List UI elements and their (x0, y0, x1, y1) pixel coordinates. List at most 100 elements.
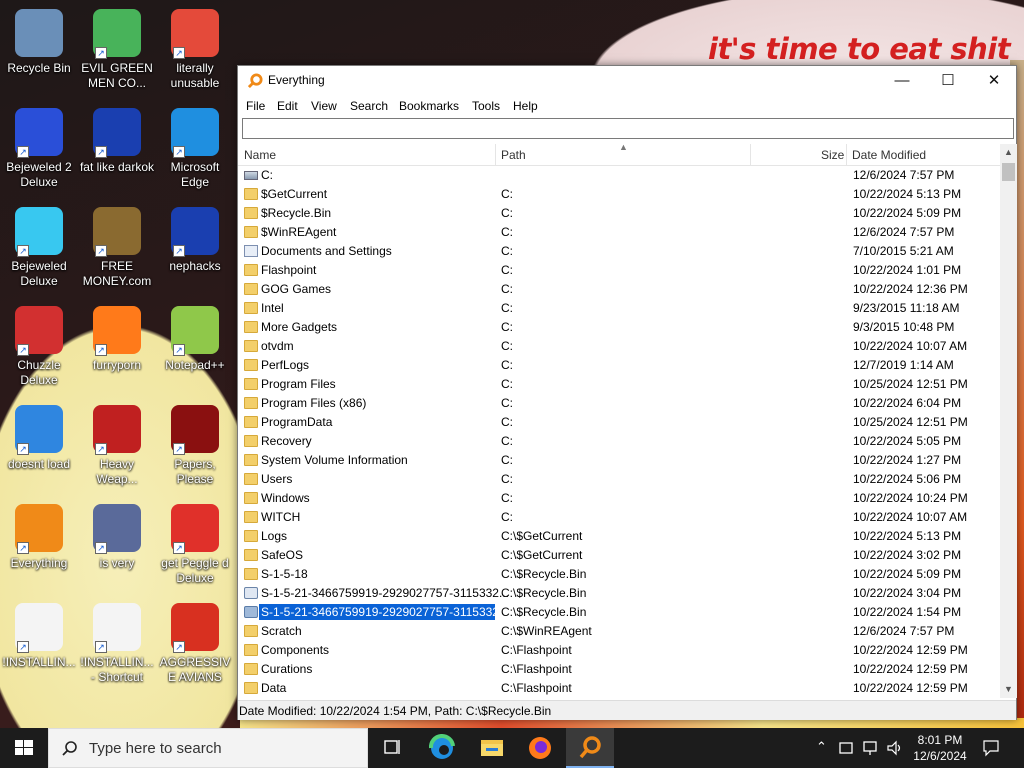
recycle-icon (244, 587, 258, 599)
desktop-icon[interactable]: ↗ is very (78, 500, 156, 571)
column-size[interactable]: Size (821, 148, 844, 162)
column-divider[interactable] (750, 144, 751, 166)
scroll-down-icon[interactable]: ▼ (1000, 681, 1017, 698)
table-row[interactable]: Users C: 10/22/2024 5:06 PM (238, 470, 1000, 489)
row-name: Program Files (x86) (261, 396, 367, 410)
notification-center-icon[interactable] (982, 739, 1000, 757)
desktop-icon[interactable]: ↗ EVIL GREEN MEN CO... (78, 5, 156, 91)
taskbar-search-box[interactable]: Type here to search (48, 728, 368, 768)
menu-help[interactable]: Help (513, 99, 538, 113)
scroll-up-icon[interactable]: ▲ (1000, 144, 1017, 161)
row-name: $GetCurrent (261, 187, 328, 201)
desktop-icon[interactable]: ↗ literally unusable (156, 5, 234, 91)
table-row[interactable]: Components C:\Flashpoint 10/22/2024 12:59 … (238, 641, 1000, 660)
show-hidden-icons-icon[interactable]: ⌃ (816, 739, 827, 755)
table-row[interactable]: C: 12/6/2024 7:57 PM (238, 166, 1000, 185)
desktop-icon[interactable]: ↗ Bejeweled 2 Deluxe (0, 104, 78, 190)
menu-search[interactable]: Search (350, 99, 388, 113)
desktop-icon[interactable]: ↗ get Peggle d Deluxe (156, 500, 234, 586)
scroll-thumb[interactable] (1002, 163, 1015, 181)
table-row[interactable]: More Gadgets C: 9/3/2015 10:48 PM (238, 318, 1000, 337)
shortcut-arrow-icon: ↗ (17, 344, 29, 356)
desktop-icon[interactable]: ↗ Chuzzle Deluxe (0, 302, 78, 388)
table-row[interactable]: $Recycle.Bin C: 10/22/2024 5:09 PM (238, 204, 1000, 223)
taskbar-firefox[interactable] (516, 728, 564, 768)
table-row[interactable]: S-1-5-18 C:\$Recycle.Bin 10/22/2024 5:09 P… (238, 565, 1000, 584)
everything-search-icon: ↗ (15, 504, 63, 554)
table-row[interactable]: otvdm C: 10/22/2024 10:07 AM (238, 337, 1000, 356)
desktop-icon[interactable]: ↗ furryporn (78, 302, 156, 373)
table-row[interactable]: Logs C:\$GetCurrent 10/22/2024 5:13 PM (238, 527, 1000, 546)
wallpaper-caption: it's time to eat shit (708, 32, 1011, 66)
table-row[interactable]: Recovery C: 10/22/2024 5:05 PM (238, 432, 1000, 451)
desktop-icon[interactable]: Recycle Bin (0, 5, 78, 76)
minimize-button[interactable]: — (879, 66, 925, 96)
table-row[interactable]: Flashpoint C: 10/22/2024 1:01 PM (238, 261, 1000, 280)
desktop-icon[interactable]: ↗ Notepad++ (156, 302, 234, 373)
table-row[interactable]: PerfLogs C: 12/7/2019 1:14 AM (238, 356, 1000, 375)
shortcut-arrow-icon: ↗ (173, 245, 185, 257)
table-row[interactable]: Intel C: 9/23/2015 11:18 AM (238, 299, 1000, 318)
table-row[interactable]: WITCH C: 10/22/2024 10:07 AM (238, 508, 1000, 527)
desktop-icon[interactable]: ↗ !INSTALLIN... (0, 599, 78, 670)
desktop-icon[interactable]: ↗ FREE MONEY.com (78, 203, 156, 289)
row-path: C: (501, 358, 513, 372)
taskbar-edge[interactable] (418, 728, 466, 768)
task-view-button[interactable] (368, 728, 416, 768)
column-date-modified[interactable]: Date Modified (852, 148, 926, 162)
taskbar-file-explorer[interactable] (468, 728, 516, 768)
table-row[interactable]: ProgramData C: 10/25/2024 12:51 PM (238, 413, 1000, 432)
maximize-button[interactable]: ☐ (925, 66, 971, 96)
desktop-icon[interactable]: ↗ nephacks (156, 203, 234, 274)
table-row[interactable]: Program Files C: 10/25/2024 12:51 PM (238, 375, 1000, 394)
column-name[interactable]: Name (244, 148, 276, 162)
close-button[interactable]: ✕ (971, 66, 1017, 96)
volume-icon[interactable] (886, 739, 904, 757)
table-row[interactable]: Data C:\Flashpoint 10/22/2024 12:59 PM (238, 679, 1000, 698)
desktop-icon[interactable]: ↗ fat like darkok (78, 104, 156, 175)
desktop-icon[interactable]: ↗ Papers, Please (156, 401, 234, 487)
table-row[interactable]: System Volume Information C: 10/22/2024 1:… (238, 451, 1000, 470)
table-row[interactable]: Scratch C:\$WinREAgent 12/6/2024 7:57 PM (238, 622, 1000, 641)
table-row[interactable]: Windows C: 10/22/2024 10:24 PM (238, 489, 1000, 508)
table-row[interactable]: Documents and Settings C: 7/10/2015 5:21 A… (238, 242, 1000, 261)
taskbar-everything[interactable] (566, 728, 614, 768)
search-input[interactable] (242, 118, 1014, 139)
desktop-icon[interactable]: ↗ !INSTALLIN... - Shortcut (78, 599, 156, 685)
start-button[interactable] (0, 728, 48, 768)
desktop-icon[interactable]: ↗ Everything (0, 500, 78, 571)
table-row[interactable]: S-1-5-21-3466759919-2929027757-3115332..… (238, 584, 1000, 603)
vertical-scrollbar[interactable]: ▲ ▼ (1000, 144, 1017, 698)
column-path[interactable]: Path (501, 148, 526, 162)
table-row[interactable]: SafeOS C:\$GetCurrent 10/22/2024 3:02 PM (238, 546, 1000, 565)
column-divider[interactable] (846, 144, 847, 166)
table-row[interactable]: Curations C:\Flashpoint 10/22/2024 12:59 P… (238, 660, 1000, 679)
desktop-icon[interactable]: ↗ doesnt load (0, 401, 78, 472)
desktop-icon-label: furryporn (92, 358, 142, 372)
desktop-icon[interactable]: ↗ Microsoft Edge (156, 104, 234, 190)
menu-tools[interactable]: Tools (472, 99, 500, 113)
row-date-modified: 10/22/2024 1:54 PM (853, 605, 962, 619)
desktop-icon[interactable]: ↗ Bejeweled Deluxe (0, 203, 78, 289)
clock[interactable]: 8:01 PM 12/6/2024 (912, 732, 968, 764)
table-row[interactable]: GOG Games C: 10/22/2024 12:36 PM (238, 280, 1000, 299)
table-row[interactable]: S-1-5-21-3466759919-2929027757-3115332..… (238, 603, 1000, 622)
desktop-icon[interactable]: ↗ AGGRESSIVE AVIANS (156, 599, 234, 685)
column-divider[interactable] (495, 144, 496, 166)
menu-file[interactable]: File (246, 99, 265, 113)
folder-icon (244, 511, 258, 523)
table-row[interactable]: $WinREAgent C: 12/6/2024 7:57 PM (238, 223, 1000, 242)
menu-view[interactable]: View (311, 99, 337, 113)
row-path: C: (501, 206, 513, 220)
row-name: Logs (261, 529, 288, 543)
shortcut-arrow-icon: ↗ (17, 146, 29, 158)
results-list[interactable]: C: 12/6/2024 7:57 PM $GetCurrent C: 10/22/20… (238, 166, 1000, 698)
network-icon[interactable] (862, 739, 880, 757)
meet-now-icon[interactable] (838, 739, 854, 757)
table-row[interactable]: $GetCurrent C: 10/22/2024 5:13 PM (238, 185, 1000, 204)
title-bar[interactable]: Everything — ☐ ✕ (238, 66, 1016, 96)
desktop-icon[interactable]: ↗ Heavy Weap... (78, 401, 156, 487)
menu-bookmarks[interactable]: Bookmarks (399, 99, 459, 113)
menu-edit[interactable]: Edit (277, 99, 298, 113)
table-row[interactable]: Program Files (x86) C: 10/22/2024 6:04 PM (238, 394, 1000, 413)
